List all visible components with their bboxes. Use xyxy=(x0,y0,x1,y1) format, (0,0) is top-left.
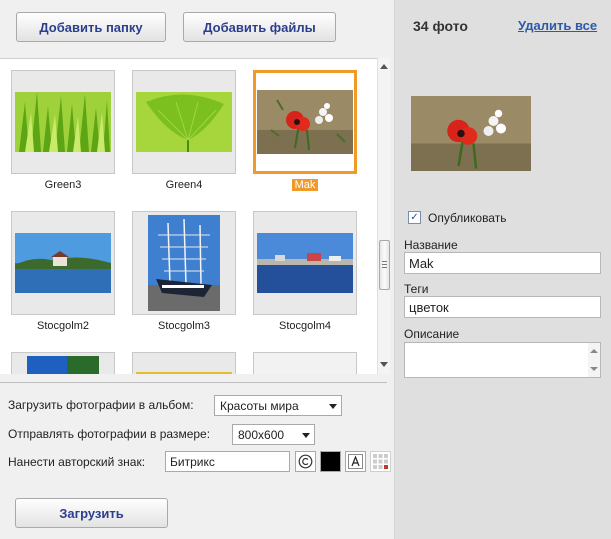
tags-label: Теги xyxy=(404,282,429,296)
photo-thumb[interactable] xyxy=(132,70,236,174)
publish-label: Опубликовать xyxy=(428,211,507,225)
photo-caption: Stocgolm4 xyxy=(279,320,331,332)
album-select-value: Красоты мира xyxy=(220,398,299,413)
photo-properties-panel: 34 фото Удалить все ✓ Опубликовать Назва… xyxy=(395,0,611,539)
size-select[interactable]: 800x600 xyxy=(232,424,315,445)
lake-house-photo-icon xyxy=(15,233,111,293)
photo-caption: Green3 xyxy=(44,179,82,191)
scroll-down-icon[interactable] xyxy=(380,362,388,367)
photo-caption: Stocgolm3 xyxy=(158,320,210,332)
ginkgo-leaf-photo-icon xyxy=(136,92,232,152)
description-label: Описание xyxy=(404,327,460,341)
partial-photo-icon xyxy=(27,356,99,374)
delete-all-link[interactable]: Удалить все xyxy=(518,18,597,33)
selected-photo-preview xyxy=(411,96,531,171)
photo-thumb[interactable] xyxy=(132,352,236,374)
chevron-down-icon xyxy=(329,404,337,409)
album-select[interactable]: Красоты мира xyxy=(214,395,342,416)
photo-caption-selected: Mak xyxy=(253,179,357,191)
photo-count: 34 фото xyxy=(413,18,468,34)
photo-grid: Green3 Green4 Mak Stocgolm2 Stocgolm3 St… xyxy=(0,58,390,374)
add-files-button[interactable]: Добавить файлы xyxy=(183,12,336,42)
add-folder-button[interactable]: Добавить папку xyxy=(16,12,166,42)
title-label: Название xyxy=(404,238,458,252)
harbor-photo-icon xyxy=(257,233,353,293)
upload-panel: Добавить папку Добавить файлы Green3 Gre… xyxy=(0,0,395,539)
font-icon[interactable] xyxy=(345,451,366,472)
photo-thumb-empty[interactable] xyxy=(253,352,357,374)
photo-thumb[interactable] xyxy=(253,211,357,315)
divider xyxy=(0,382,387,383)
chevron-down-icon xyxy=(302,433,310,438)
title-input[interactable]: Mak xyxy=(404,252,601,274)
watermark-input[interactable]: Битрикс xyxy=(165,451,290,472)
photo-thumb[interactable] xyxy=(11,352,115,374)
photo-thumb[interactable] xyxy=(11,70,115,174)
photo-caption: Stocgolm2 xyxy=(37,320,89,332)
watermark-label: Нанести авторский знак: xyxy=(8,455,146,469)
position-grid-icon[interactable] xyxy=(370,451,391,472)
color-black-icon[interactable] xyxy=(320,451,341,472)
upload-button[interactable]: Загрузить xyxy=(15,498,168,528)
tags-input[interactable]: цветок xyxy=(404,296,601,318)
copyright-icon[interactable] xyxy=(295,451,316,472)
photo-thumb-selected[interactable] xyxy=(253,70,357,174)
grid-scrollbar[interactable] xyxy=(377,58,390,374)
photo-thumb[interactable] xyxy=(11,211,115,315)
size-label: Отправлять фотографии в размере: xyxy=(8,427,211,441)
photo-caption: Green4 xyxy=(165,179,203,191)
description-textarea[interactable] xyxy=(404,342,601,378)
scrollbar-thumb[interactable] xyxy=(379,240,390,290)
textarea-scrollbar[interactable] xyxy=(588,343,600,377)
size-select-value: 800x600 xyxy=(238,427,285,442)
tall-ship-photo-icon xyxy=(148,215,220,311)
photo-thumb[interactable] xyxy=(132,211,236,315)
scroll-up-icon[interactable] xyxy=(380,64,388,69)
partial-photo-icon xyxy=(136,372,232,374)
poppy-photo-icon xyxy=(411,96,531,171)
album-label: Загрузить фотографии в альбом: xyxy=(8,398,194,412)
poppy-photo-icon xyxy=(257,90,353,154)
grass-photo-icon xyxy=(15,92,111,152)
publish-checkbox[interactable]: ✓ xyxy=(408,211,421,224)
